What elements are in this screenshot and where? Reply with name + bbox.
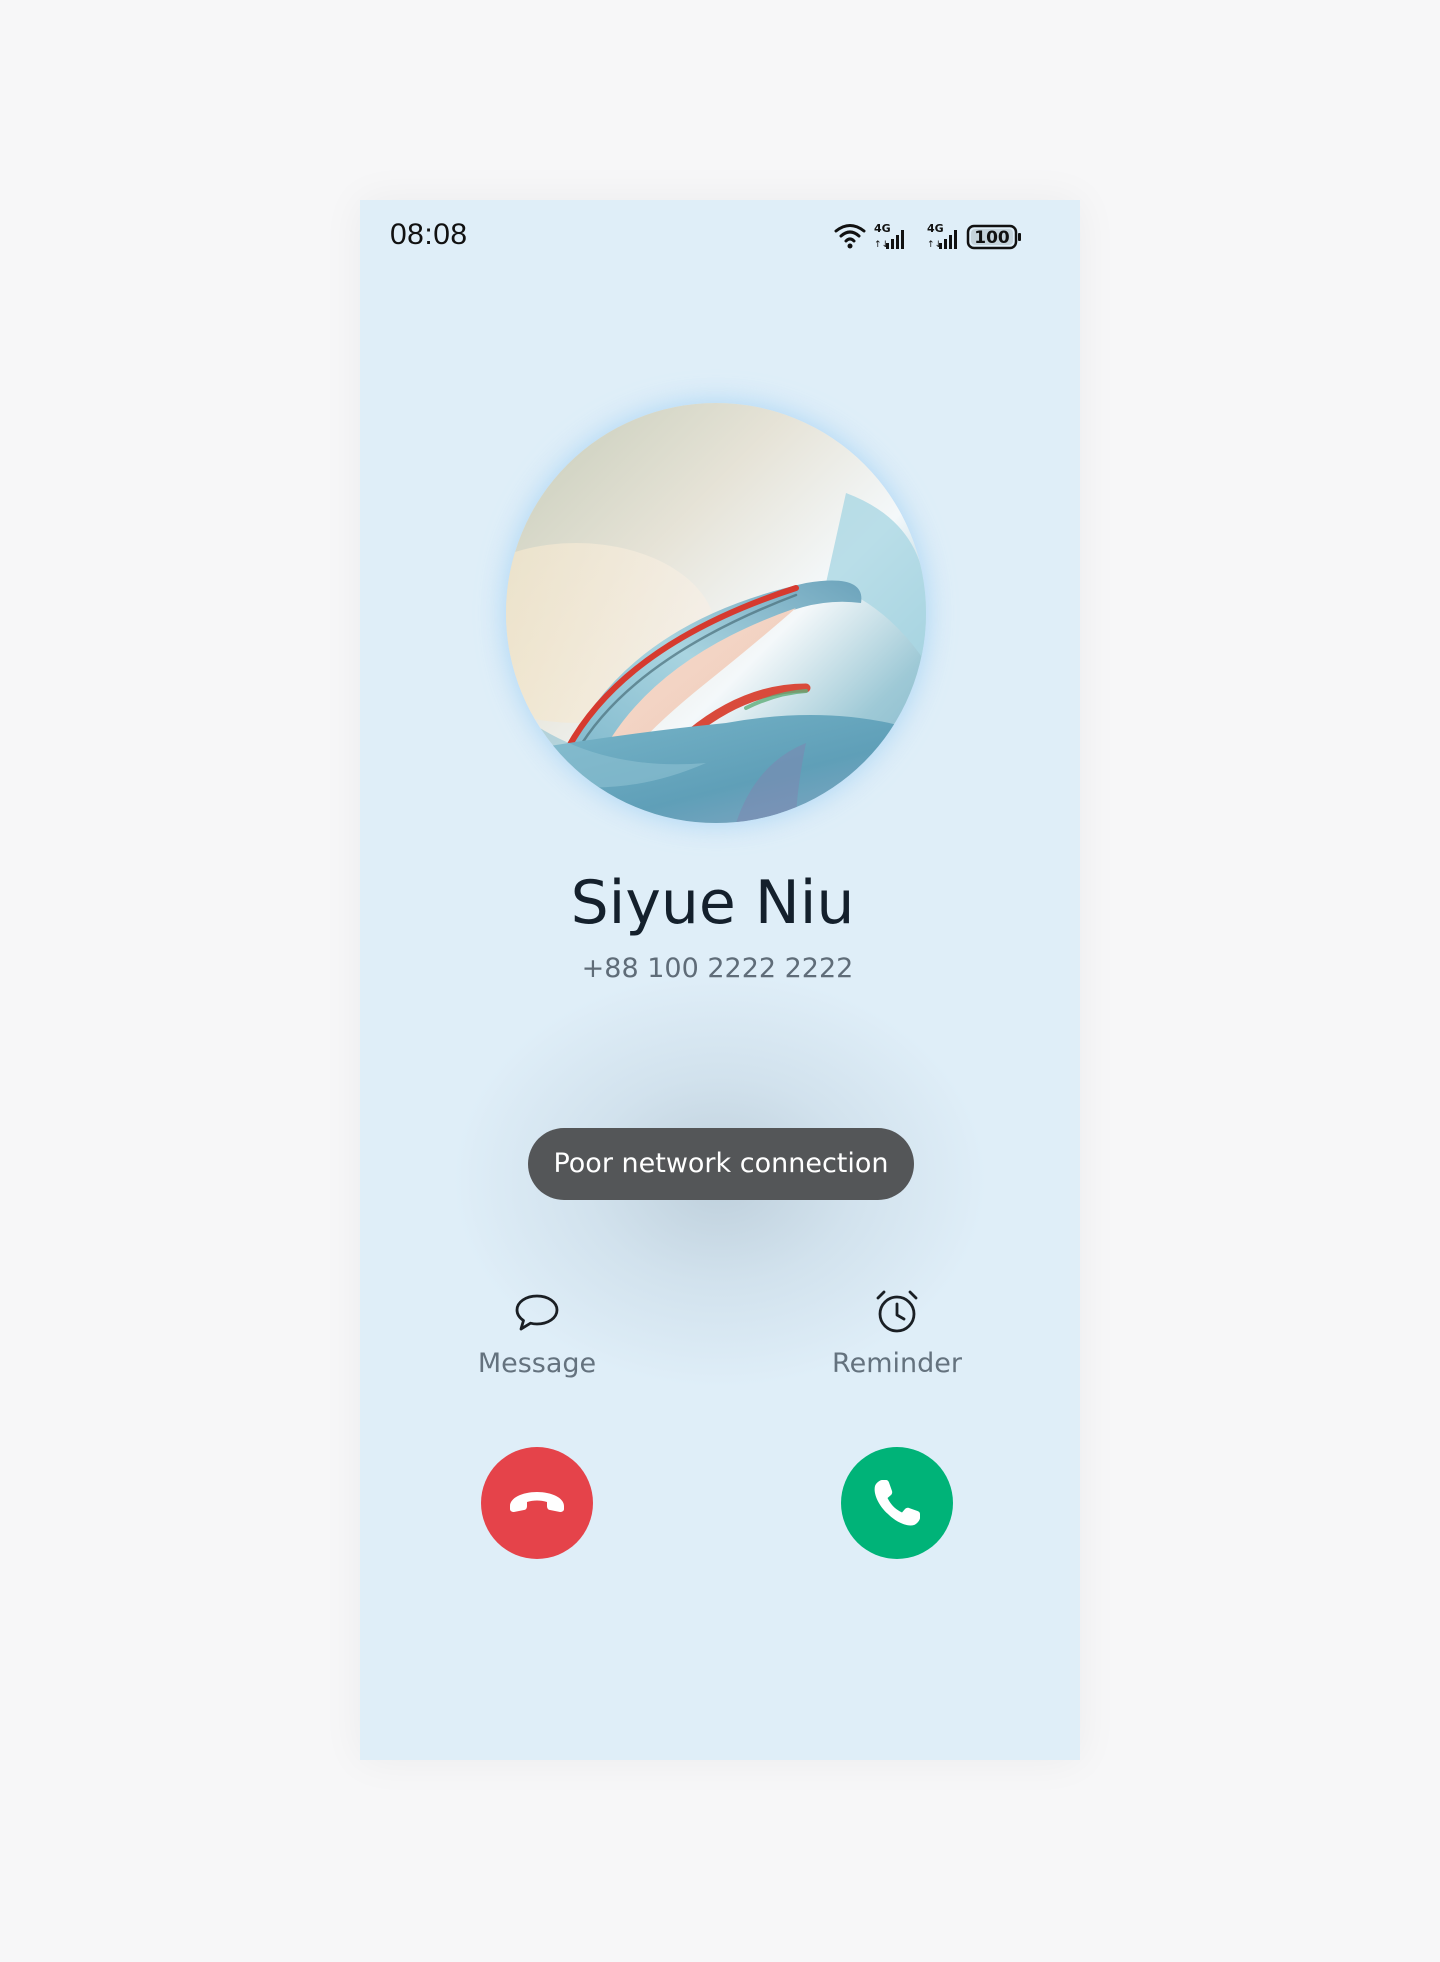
status-bar: 08:08 4G ↑↓ 4G ↑↓ 100 <box>360 200 1080 275</box>
caller-avatar <box>506 403 926 823</box>
reminder-button[interactable]: Reminder <box>797 1288 997 1379</box>
incoming-call-screen: 08:08 4G ↑↓ 4G ↑↓ 100 Siyue Niu +88 100 … <box>360 200 1080 1760</box>
svg-text:100: 100 <box>974 228 1010 248</box>
accept-call-button[interactable] <box>841 1447 953 1559</box>
caller-name: Siyue Niu <box>570 868 855 938</box>
message-label: Message <box>477 1348 597 1379</box>
reminder-label: Reminder <box>832 1348 962 1379</box>
status-time: 08:08 <box>390 218 468 251</box>
decline-call-button[interactable] <box>481 1447 593 1559</box>
battery-icon: 100 <box>966 224 1021 250</box>
svg-text:4G: 4G <box>874 222 891 235</box>
avatar-image <box>506 403 926 823</box>
phone-icon <box>874 1480 920 1526</box>
status-icons: 4G ↑↓ 4G ↑↓ 100 <box>834 222 1021 250</box>
wifi-icon <box>834 224 866 249</box>
cellular-signal-icon: 4G ↑↓ <box>874 222 904 250</box>
alarm-clock-icon <box>876 1290 918 1333</box>
message-button[interactable]: Message <box>437 1288 637 1379</box>
message-bubble-icon <box>515 1294 559 1331</box>
network-toast: Poor network connection <box>528 1128 914 1200</box>
cellular-signal-icon-2: 4G ↑↓ <box>927 222 957 250</box>
svg-text:4G: 4G <box>927 222 944 235</box>
phone-hangup-icon <box>510 1492 564 1512</box>
